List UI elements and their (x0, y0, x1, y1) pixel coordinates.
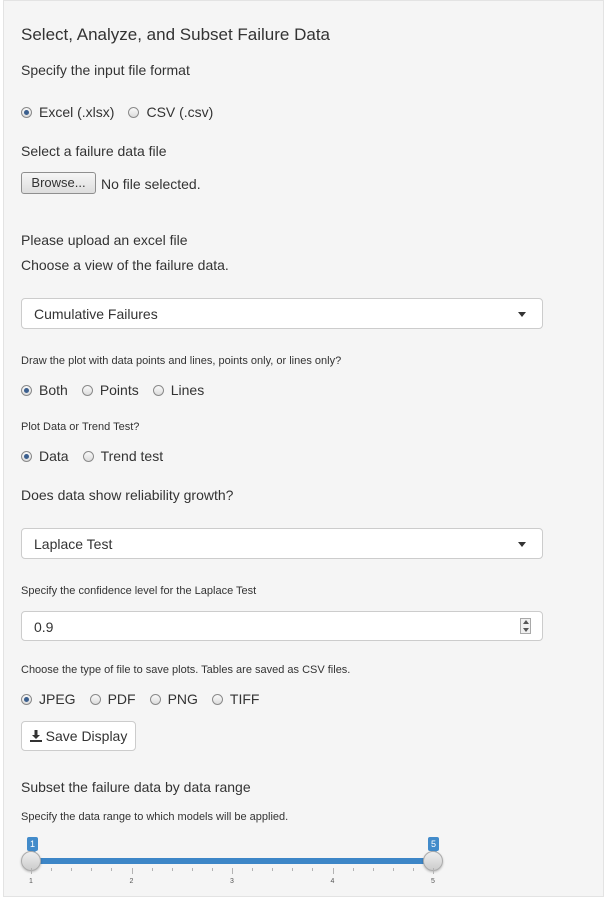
slider-from-value: 1 (27, 837, 39, 854)
radio-both[interactable]: Both (21, 382, 68, 398)
save-display-button[interactable]: Save Display (21, 721, 136, 751)
slider-major-tick (332, 868, 334, 874)
radio-lines[interactable]: Lines (152, 382, 204, 398)
slider-minor-tick (412, 868, 414, 871)
radio-button-selected[interactable] (21, 384, 32, 396)
slider-tick-label: 2 (129, 878, 134, 885)
growth-test-value: Laplace Test (34, 536, 113, 552)
slider-minor-tick (71, 868, 73, 871)
save-type-label: Choose the type of file to save plots. T… (21, 664, 351, 676)
radio-points[interactable]: Points (81, 382, 139, 398)
chevron-down-icon (518, 312, 526, 317)
spinner-up-icon[interactable] (523, 620, 529, 624)
slider-minor-tick (211, 868, 213, 871)
radio-excel[interactable]: Excel (.xlsx) (21, 104, 114, 120)
plot-type-radio-group: Data Trend test (21, 448, 177, 464)
slider-minor-tick (111, 868, 113, 871)
radio-button[interactable] (211, 693, 223, 705)
slider-major-tick (232, 868, 233, 874)
growth-test-select[interactable]: Laplace Test (21, 528, 543, 559)
radio-button-selected[interactable] (21, 450, 32, 462)
slider-minor-tick (392, 868, 394, 871)
plot-style-radio-group: Both Points Lines (21, 382, 218, 398)
view-label: Choose a view of the failure data. (21, 257, 229, 273)
browse-button[interactable]: Browse... (21, 172, 96, 194)
radio-png[interactable]: PNG (149, 691, 198, 707)
radio-button[interactable] (128, 106, 140, 118)
slider-major-tick (131, 868, 133, 874)
radio-button-selected[interactable] (21, 106, 32, 118)
subset-label: Specify the data range to which models w… (21, 811, 289, 823)
radio-csv[interactable]: CSV (.csv) (128, 104, 213, 120)
radio-button[interactable] (81, 384, 93, 396)
radio-button[interactable] (89, 693, 101, 705)
radio-tiff[interactable]: TIFF (211, 691, 259, 707)
slider-minor-tick (171, 868, 173, 871)
radio-button-selected[interactable] (21, 693, 32, 705)
slider-minor-tick (51, 868, 53, 871)
slider-tick-label: 3 (230, 878, 234, 885)
slider-selected-range[interactable] (31, 858, 433, 864)
chevron-down-icon (518, 542, 526, 547)
slider-tick-label: 5 (431, 878, 435, 885)
confidence-input[interactable]: 0.9 (21, 611, 543, 641)
sidebar-panel: Select, Analyze, and Subset Failure Data… (3, 0, 604, 897)
upload-message: Please upload an excel file (21, 232, 188, 248)
file-status-text: No file selected. (101, 176, 201, 192)
radio-button[interactable] (82, 450, 94, 462)
plot-type-label: Plot Data or Trend Test? (21, 421, 140, 433)
spinner-down-icon[interactable] (523, 628, 529, 632)
radio-trend-test[interactable]: Trend test (82, 448, 163, 464)
subset-heading: Subset the failure data by data range (21, 779, 251, 795)
download-icon (29, 730, 42, 742)
confidence-value: 0.9 (34, 619, 54, 635)
slider-minor-tick (252, 868, 254, 871)
slider-tick-label: 4 (330, 878, 335, 885)
page-title: Select, Analyze, and Subset Failure Data (21, 25, 331, 44)
radio-button[interactable] (152, 384, 164, 396)
radio-pdf[interactable]: PDF (89, 691, 136, 707)
save-type-radio-group: JPEG PDF PNG TIFF (21, 691, 273, 707)
slider-minor-tick (151, 868, 153, 871)
slider-tick-label: 1 (29, 878, 33, 885)
input-format-radio-group: Excel (.xlsx) CSV (.csv) (21, 104, 227, 120)
number-spinner[interactable] (520, 618, 531, 634)
confidence-label: Specify the confidence level for the Lap… (21, 585, 257, 597)
view-select-value: Cumulative Failures (34, 306, 158, 322)
view-select[interactable]: Cumulative Failures (21, 298, 543, 329)
slider-to-value: 5 (428, 837, 440, 854)
slider-minor-tick (91, 868, 93, 871)
input-format-label: Specify the input file format (21, 62, 190, 78)
radio-button[interactable] (149, 693, 161, 705)
file-select-label: Select a failure data file (21, 143, 167, 159)
slider-minor-tick (372, 868, 374, 871)
radio-data[interactable]: Data (21, 448, 69, 464)
slider-minor-tick (352, 868, 354, 871)
slider-minor-tick (312, 868, 314, 871)
radio-jpeg[interactable]: JPEG (21, 691, 76, 707)
save-display-label: Save Display (45, 728, 128, 744)
slider-minor-tick (272, 868, 274, 871)
slider-major-tick (31, 868, 32, 874)
growth-label: Does data show reliability growth? (21, 487, 234, 503)
plot-style-label: Draw the plot with data points and lines… (21, 355, 342, 367)
slider-minor-tick (292, 868, 294, 871)
slider-major-tick (433, 868, 434, 874)
slider-minor-tick (191, 868, 193, 871)
